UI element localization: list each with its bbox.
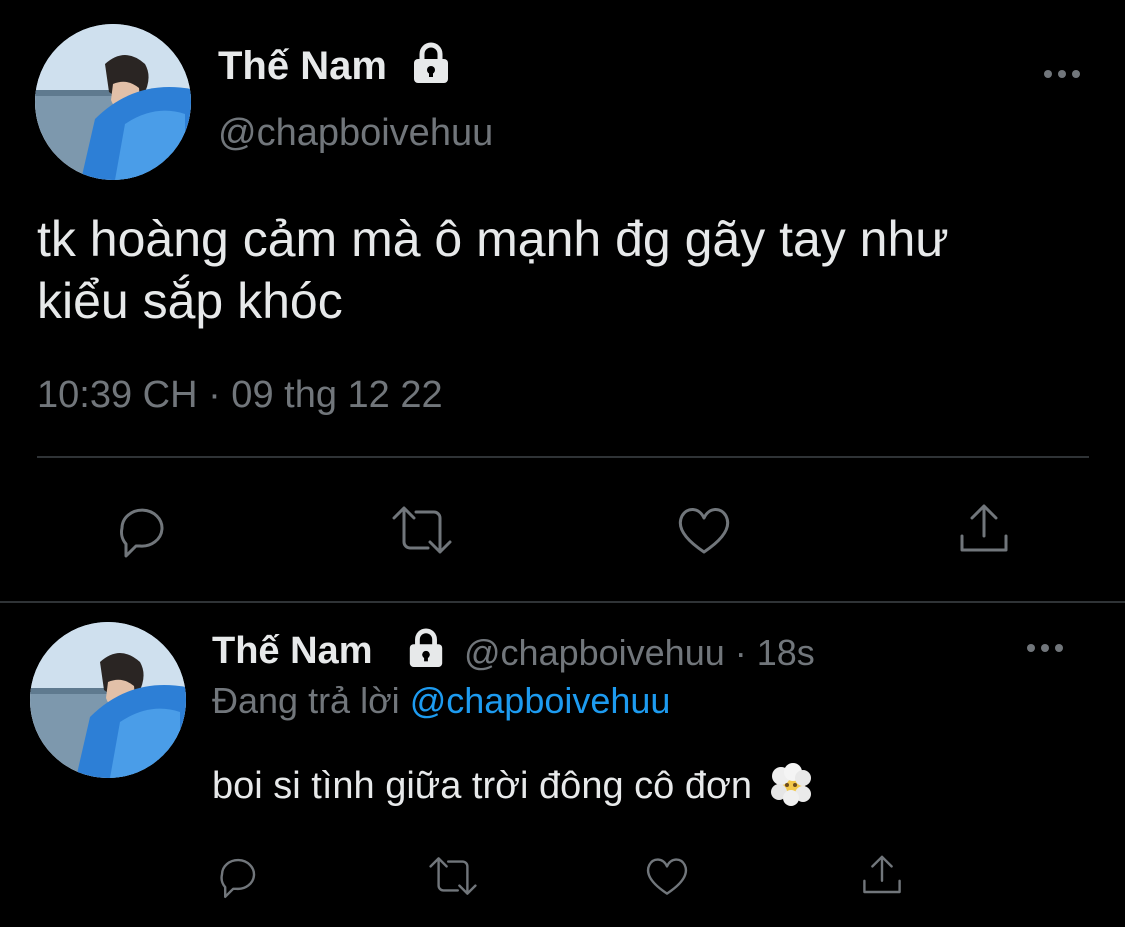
face-in-clouds-emoji bbox=[770, 763, 811, 806]
reply-more-icon[interactable] bbox=[1027, 644, 1063, 652]
reply-handle-time[interactable]: @chapboivehuu · 18s bbox=[464, 632, 815, 674]
main-display-name[interactable]: Thế Nam bbox=[218, 44, 387, 89]
tweet-timestamp[interactable]: 10:39 CH · 09 thg 12 22 bbox=[37, 374, 443, 417]
share-icon[interactable] bbox=[858, 852, 906, 900]
heart-icon[interactable] bbox=[643, 852, 691, 900]
lock-icon bbox=[414, 42, 448, 83]
heart-icon[interactable] bbox=[674, 500, 734, 560]
reply-icon[interactable] bbox=[112, 500, 172, 560]
retweet-icon[interactable] bbox=[386, 500, 458, 560]
main-avatar[interactable] bbox=[35, 24, 191, 180]
more-icon[interactable] bbox=[1044, 70, 1080, 78]
tweet-text: tk hoàng cảm mà ô mạnh đg gãy tay như ki… bbox=[37, 208, 949, 332]
tweet-text-line-2: kiểu sắp khóc bbox=[37, 273, 343, 329]
main-handle[interactable]: @chapboivehuu bbox=[218, 112, 493, 155]
replying-prefix: Đang trả lời bbox=[212, 680, 400, 721]
tweet-text-line-1: tk hoàng cảm mà ô mạnh đg gãy tay như bbox=[37, 211, 949, 267]
lock-icon bbox=[409, 628, 443, 668]
replying-to: Đang trả lời @chapboivehuu bbox=[212, 680, 670, 722]
reply-display-name[interactable]: Thế Nam bbox=[212, 630, 372, 673]
share-icon[interactable] bbox=[954, 500, 1014, 560]
retweet-icon[interactable] bbox=[424, 852, 482, 900]
reply-icon[interactable] bbox=[214, 852, 262, 900]
reply-text: boi si tình giữa trời đông cô đơn bbox=[212, 762, 813, 808]
reply-avatar[interactable] bbox=[30, 622, 186, 778]
replying-mention[interactable]: @chapboivehuu bbox=[410, 680, 671, 721]
tweet-divider bbox=[0, 601, 1125, 603]
timestamp-divider bbox=[37, 456, 1089, 458]
